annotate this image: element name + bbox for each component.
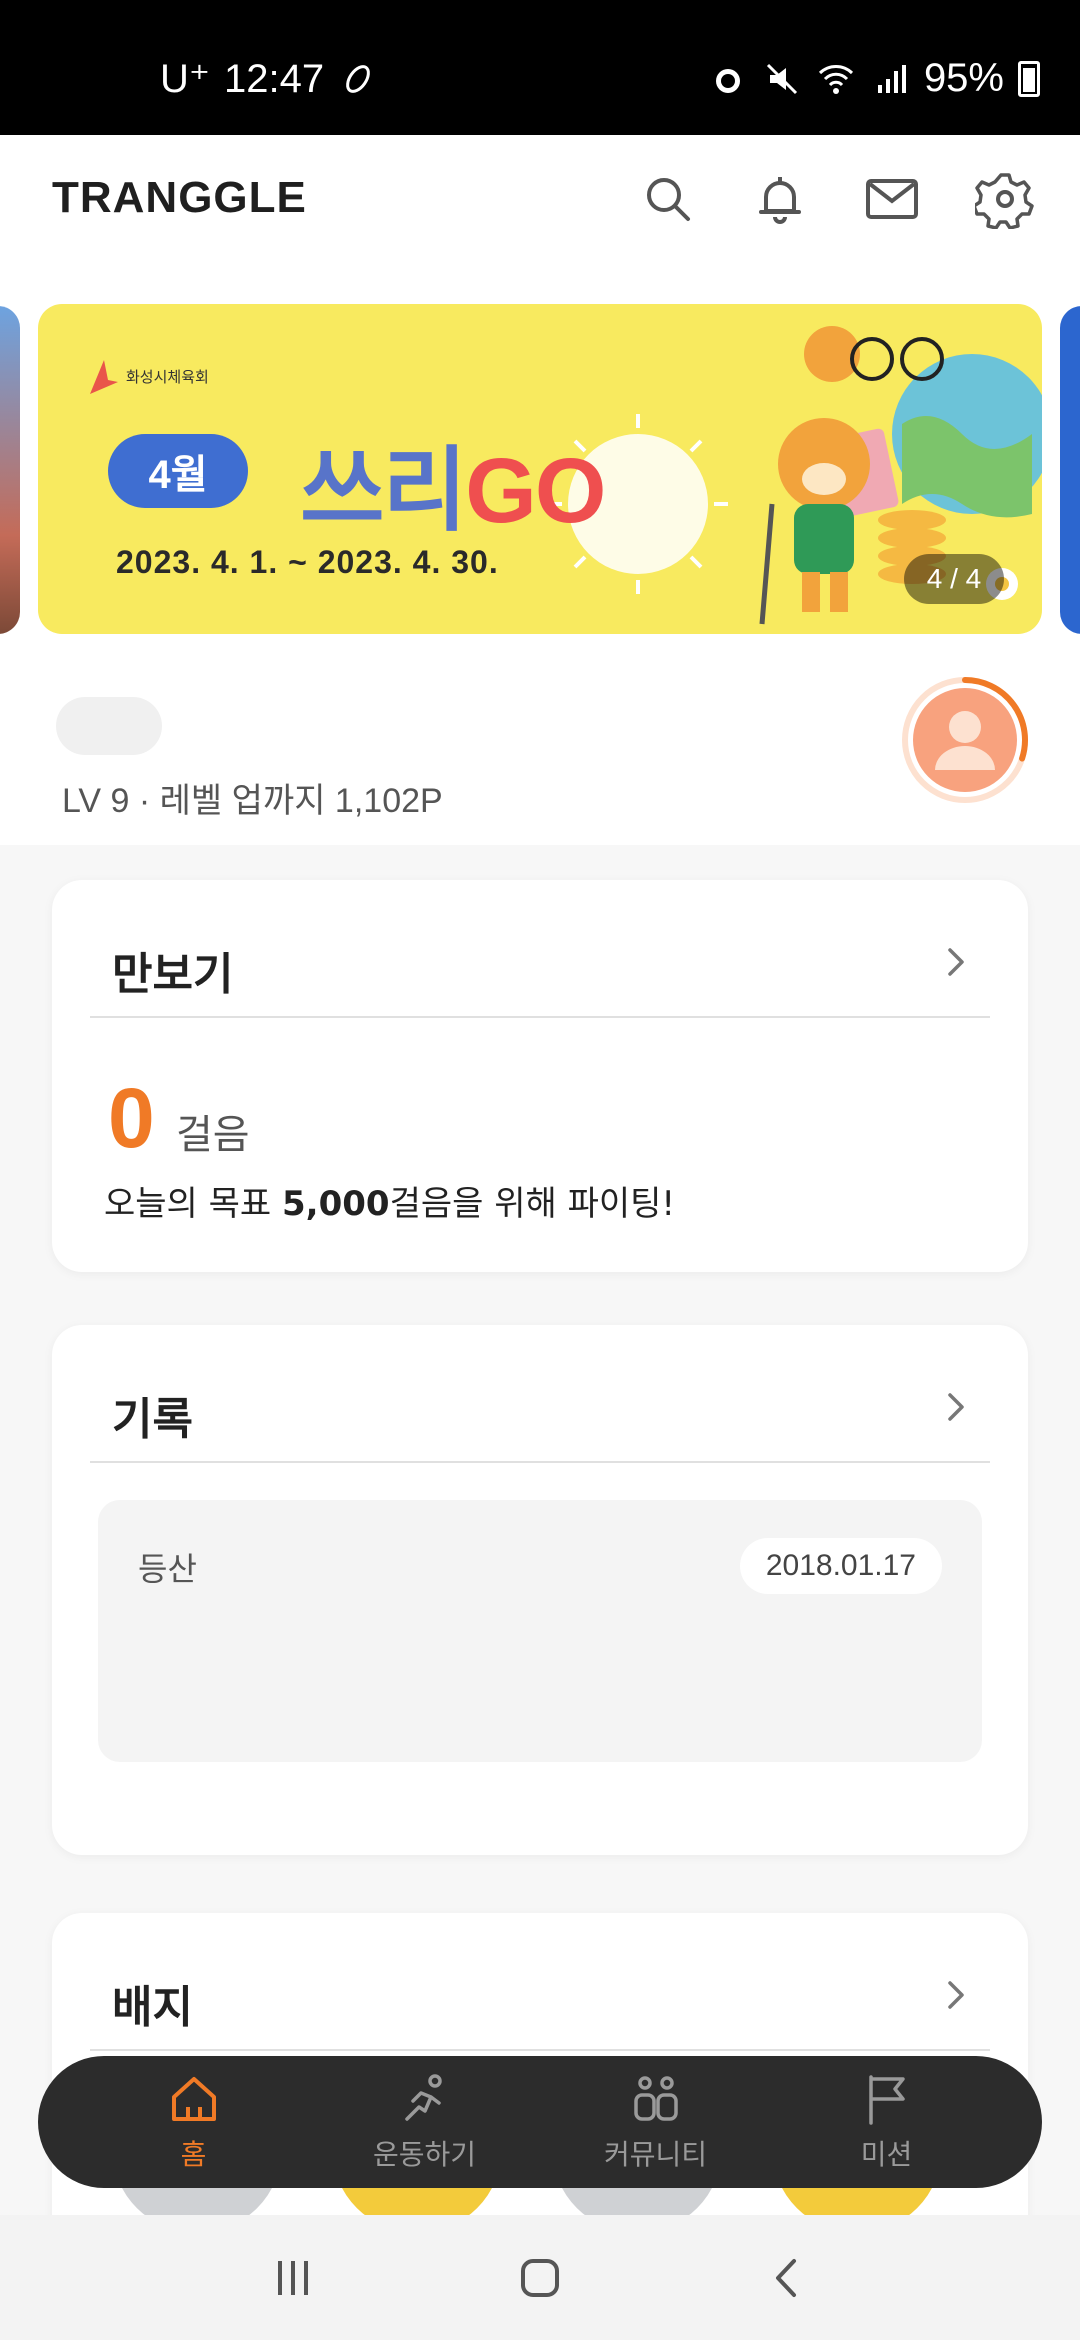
- banner-title: 쓰리GO: [300, 416, 606, 549]
- running-icon: [404, 2074, 442, 2121]
- bottom-navigation: 홈 운동하기 커뮤니티 미션: [38, 2056, 1042, 2188]
- step-unit: 걸음: [176, 1112, 250, 1158]
- battery-icon: [1018, 60, 1040, 97]
- recent-apps-icon: [278, 2260, 309, 2295]
- battery-percent: 95%: [923, 56, 1004, 100]
- chevron-right-icon[interactable]: [936, 1387, 976, 1427]
- goal-value: 5,000: [282, 1184, 390, 1224]
- divider: [90, 2049, 990, 2051]
- divider: [90, 1461, 990, 1463]
- mail-icon[interactable]: [862, 169, 922, 229]
- goal-prefix: 오늘의 목표: [104, 1184, 283, 1224]
- banner-slide[interactable]: 화성시체육회 4월 쓰리GO 2023. 4. 1. ~ 2023. 4. 30…: [38, 304, 1042, 634]
- app-logo[interactable]: TRANGGLE: [52, 173, 307, 223]
- alarm-icon: [708, 59, 748, 99]
- goal-suffix: 걸음을 위해 파이팅!: [389, 1184, 676, 1224]
- nav-label: 미션: [860, 2138, 913, 2171]
- record-item[interactable]: 등산 2018.01.17: [98, 1500, 982, 1762]
- banner-peek-previous[interactable]: [0, 306, 20, 634]
- level-info: LV 9 · 레벨 업까지 1,102P: [62, 782, 443, 820]
- home-icon: [171, 2077, 216, 2121]
- step-count: 0: [108, 1071, 155, 1165]
- nav-label: 홈: [180, 2138, 207, 2171]
- home-button[interactable]: [508, 2246, 572, 2310]
- divider: [90, 1016, 990, 1018]
- records-card[interactable]: 기록 등산 2018.01.17: [52, 1325, 1028, 1855]
- home-square-icon: [520, 2258, 559, 2297]
- org-logo-icon: [90, 360, 118, 394]
- wifi-icon: [816, 59, 856, 99]
- chevron-right-icon[interactable]: [936, 1975, 976, 2015]
- runner-shoe-icon: [338, 59, 378, 99]
- banner-org-name: 화성시체육회: [126, 367, 209, 386]
- step-goal-message: 오늘의 목표 5,000걸음을 위해 파이팅!: [104, 1176, 675, 1225]
- recent-apps-button[interactable]: [261, 2246, 325, 2310]
- record-type: 등산: [138, 1550, 197, 1588]
- gear-icon[interactable]: [975, 169, 1035, 229]
- chevron-right-icon[interactable]: [936, 942, 976, 982]
- back-icon: [775, 2258, 796, 2297]
- banner-org: 화성시체육회: [86, 356, 209, 396]
- nav-label: 운동하기: [372, 2138, 477, 2171]
- record-date: 2018.01.17: [739, 1538, 942, 1594]
- status-bar: U⁺ 12:47 95%: [0, 0, 1080, 135]
- nav-community[interactable]: 커뮤니티: [556, 2071, 756, 2173]
- app-header: TRANGGLE: [0, 135, 1080, 300]
- carrier-label: U⁺: [160, 57, 210, 101]
- signal-icon: [870, 59, 910, 99]
- badges-title: 배지: [112, 1982, 193, 2033]
- banner-month-badge: 4월: [108, 434, 248, 508]
- search-icon[interactable]: [638, 169, 698, 229]
- username-placeholder: [56, 697, 162, 755]
- avatar[interactable]: [900, 675, 1030, 805]
- banner-title-part2: GO: [465, 440, 606, 542]
- home-feed[interactable]: 만보기 0 걸음 오늘의 목표 5,000걸음을 위해 파이팅! 기록 등산 2…: [0, 845, 1080, 2313]
- system-navigation-bar: [0, 2215, 1080, 2340]
- nav-home[interactable]: 홈: [94, 2071, 294, 2173]
- flag-icon: [868, 2075, 905, 2125]
- bell-icon[interactable]: [750, 169, 810, 229]
- clock: 12:47: [224, 56, 325, 101]
- banner-date-range: 2023. 4. 1. ~ 2023. 4. 30.: [116, 544, 499, 580]
- community-icon: [633, 2076, 678, 2121]
- pedometer-title: 만보기: [112, 949, 234, 1000]
- nav-label: 커뮤니티: [603, 2138, 708, 2171]
- banner-page-indicator: 4 / 4: [904, 554, 1004, 604]
- profile-section: LV 9 · 레벨 업까지 1,102P: [0, 645, 1080, 845]
- nav-mission[interactable]: 미션: [787, 2071, 987, 2173]
- nav-workout[interactable]: 운동하기: [325, 2071, 525, 2173]
- mute-icon: [762, 59, 802, 99]
- pedometer-card[interactable]: 만보기 0 걸음 오늘의 목표 5,000걸음을 위해 파이팅!: [52, 880, 1028, 1272]
- back-button[interactable]: [755, 2246, 819, 2310]
- banner-peek-next[interactable]: [1060, 306, 1080, 634]
- banner-title-part1: 쓰리: [300, 440, 467, 542]
- banner-carousel[interactable]: 화성시체육회 4월 쓰리GO 2023. 4. 1. ~ 2023. 4. 30…: [0, 300, 1080, 645]
- records-title: 기록: [112, 1394, 193, 1445]
